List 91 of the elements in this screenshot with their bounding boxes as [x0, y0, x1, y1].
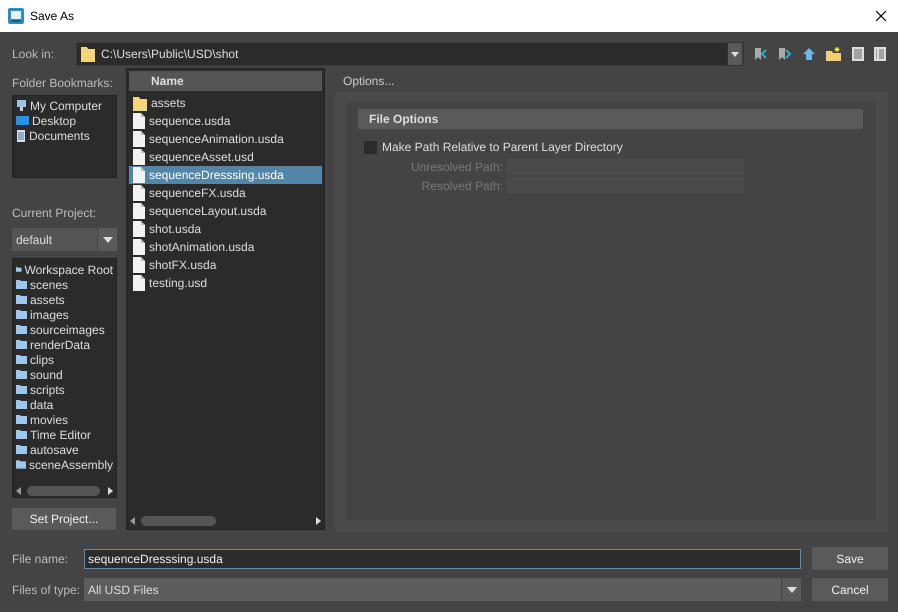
folder-icon	[133, 96, 147, 110]
folder-icon	[16, 310, 27, 320]
bookmarks-label: Folder Bookmarks:	[12, 75, 114, 92]
window-title: Save As	[30, 8, 74, 25]
close-icon[interactable]	[876, 11, 886, 21]
folder-icon	[16, 370, 27, 380]
folder-icon	[16, 355, 27, 364]
folder-icon	[16, 445, 27, 454]
save-button[interactable]: Save	[812, 547, 888, 570]
folder-icon	[16, 295, 27, 304]
name-column-header[interactable]: Name	[129, 71, 322, 91]
file-icon	[133, 203, 145, 219]
scroll-left-icon[interactable]	[130, 517, 135, 525]
up-arrow-icon[interactable]	[802, 47, 816, 61]
file-row[interactable]: assets	[129, 94, 322, 112]
file-icon	[133, 275, 145, 291]
project-folder-item[interactable]: sound	[16, 367, 113, 382]
file-icon	[133, 185, 145, 201]
caret-icon	[786, 586, 796, 592]
folder-icon	[16, 265, 22, 274]
checkbox[interactable]	[364, 140, 377, 154]
new-folder-icon[interactable]	[826, 47, 842, 61]
scrollbar-thumb[interactable]	[27, 486, 100, 496]
list-view-icon[interactable]	[852, 47, 864, 61]
caret-icon	[731, 52, 739, 56]
file-type-dropdown[interactable]: All USD Files	[84, 578, 801, 601]
caret-icon	[102, 236, 112, 243]
options-title: Options...	[343, 73, 396, 90]
project-folder-item[interactable]: sourceimages	[16, 322, 113, 338]
scrollbar-thumb[interactable]	[141, 516, 216, 526]
folder-icon	[16, 385, 27, 394]
project-folder-item[interactable]: autosave	[16, 442, 113, 458]
file-icon	[133, 131, 145, 147]
file-row[interactable]: shot.usda	[129, 220, 322, 238]
project-folder-item[interactable]: data	[16, 397, 113, 412]
desktop-icon	[16, 115, 29, 126]
folder-icon	[16, 400, 27, 410]
app-logo-icon	[8, 8, 24, 24]
folder-icon	[16, 340, 27, 350]
computer-icon	[16, 100, 27, 111]
scroll-right-icon[interactable]	[316, 517, 321, 525]
project-folder-item[interactable]: images	[16, 307, 113, 322]
folder-icon	[16, 460, 26, 470]
folder-icon	[16, 325, 27, 334]
project-folder-item[interactable]: renderData	[16, 337, 113, 352]
look-in-label: Look in:	[12, 46, 54, 63]
look-in-dropdown[interactable]: C:\Users\Public\USD\shot	[76, 42, 744, 66]
folder-icon	[16, 280, 27, 290]
file-name-label: File name:	[12, 550, 70, 568]
file-row[interactable]: sequenceLayout.usda	[129, 202, 322, 220]
folder-icon	[16, 415, 27, 424]
file-row[interactable]: testing.usd	[129, 274, 322, 292]
project-folder-item[interactable]: clips	[16, 352, 113, 368]
file-row[interactable]: shotAnimation.usda	[129, 238, 322, 256]
file-row[interactable]: shotFX.usda	[129, 256, 322, 274]
scroll-left-icon[interactable]	[16, 486, 21, 495]
project-folder-item[interactable]: Workspace Root	[16, 262, 113, 278]
file-row[interactable]: sequenceDresssing.usda	[129, 166, 322, 184]
file-name-field[interactable]: sequenceDresssing.usda	[84, 548, 801, 568]
project-folder-item[interactable]: sceneAssembly	[16, 457, 113, 472]
bookmark-item[interactable]: Desktop	[16, 113, 113, 128]
checkbox-label: Make Path Relative to Parent Layer Directory	[382, 139, 623, 156]
file-icon	[133, 113, 145, 129]
bookmark-item[interactable]: Documents	[16, 128, 113, 143]
file-row[interactable]: sequenceFX.usda	[129, 184, 322, 202]
file-icon	[133, 167, 145, 183]
file-row[interactable]: sequenceAnimation.usda	[129, 130, 322, 148]
project-folder-item[interactable]: Time Editor	[16, 427, 113, 442]
set-project-button[interactable]: Set Project...	[12, 508, 116, 530]
folder-icon	[16, 430, 27, 440]
back-icon[interactable]	[754, 47, 768, 61]
project-folder-item[interactable]: scripts	[16, 382, 113, 398]
detail-view-icon[interactable]	[874, 47, 886, 61]
bookmark-item[interactable]: My Computer	[16, 98, 113, 113]
folder-icon	[81, 46, 96, 62]
project-folder-item[interactable]: assets	[16, 292, 113, 308]
scroll-right-icon[interactable]	[108, 486, 113, 495]
file-row[interactable]: sequenceAsset.usd	[129, 148, 322, 166]
file-row[interactable]: sequence.usda	[129, 112, 322, 130]
file-icon	[133, 149, 145, 165]
file-icon	[133, 221, 145, 237]
forward-icon[interactable]	[778, 47, 792, 61]
current-project-label: Current Project:	[12, 205, 98, 222]
cancel-button[interactable]: Cancel	[812, 578, 888, 601]
document-icon	[16, 130, 26, 142]
file-options-header[interactable]: File Options	[358, 109, 863, 129]
project-dropdown[interactable]: default	[12, 228, 117, 252]
file-icon	[133, 239, 145, 255]
project-folder-item[interactable]: scenes	[16, 277, 113, 292]
file-icon	[133, 257, 145, 273]
project-folder-item[interactable]: movies	[16, 412, 113, 428]
